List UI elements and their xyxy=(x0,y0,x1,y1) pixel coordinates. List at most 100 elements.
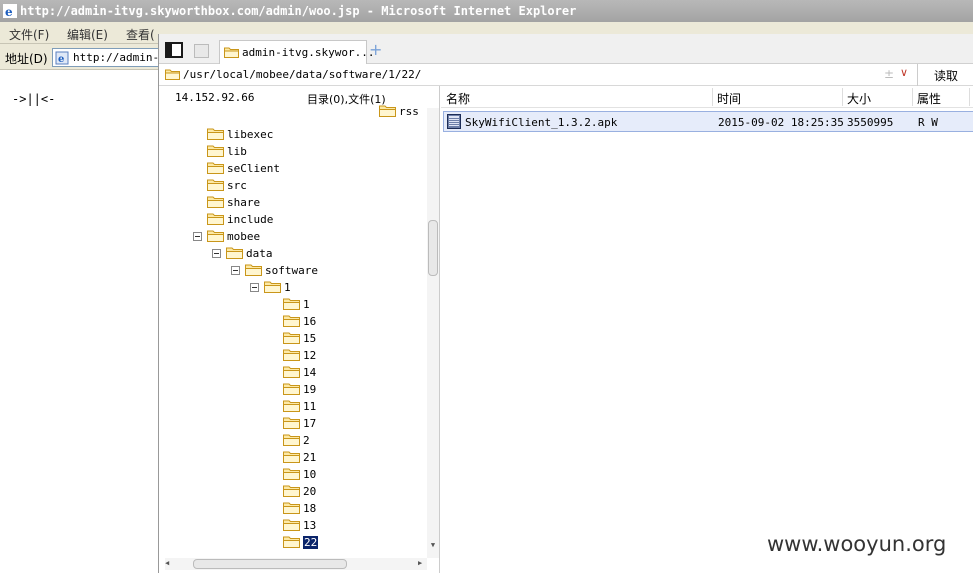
tree-item-label: data xyxy=(246,247,273,260)
file-time: 2015-09-02 18:25:35 xyxy=(718,116,844,129)
new-tab-button[interactable]: + xyxy=(369,40,382,59)
column-attr[interactable]: 属性 xyxy=(917,90,941,107)
tree-vertical-scrollbar[interactable] xyxy=(427,108,439,558)
tree-item-label: mobee xyxy=(227,230,261,243)
svg-text:e: e xyxy=(58,54,64,65)
tree-item-label: 12 xyxy=(303,349,317,362)
ie-logo-icon: e xyxy=(3,4,17,18)
tree-item-label: 19 xyxy=(303,383,317,396)
file-name: SkyWifiClient_1.3.2.apk xyxy=(465,116,618,129)
tree-horizontal-scroll-thumb[interactable] xyxy=(193,559,347,569)
folder-icon xyxy=(283,502,300,514)
column-separator xyxy=(969,88,970,106)
folder-icon xyxy=(283,451,300,463)
path-bar: /usr/local/mobee/data/software/1/22/ ± ∨… xyxy=(159,64,973,86)
folder-icon xyxy=(379,105,396,117)
collapse-toggle-icon[interactable] xyxy=(193,232,202,241)
ie-menu-file[interactable]: 文件(F) xyxy=(9,26,49,43)
tree-item-label: libexec xyxy=(227,128,274,141)
folder-icon xyxy=(165,69,180,80)
scroll-down-arrow-icon[interactable]: ▼ xyxy=(427,541,439,551)
folder-icon xyxy=(245,264,262,276)
ie-content-area xyxy=(0,70,160,573)
column-name[interactable]: 名称 xyxy=(446,90,470,107)
read-button[interactable]: 读取 xyxy=(934,67,958,84)
scroll-right-arrow-icon[interactable]: ▶ xyxy=(418,559,422,567)
ie-address-input[interactable]: e http://admin-i xyxy=(52,48,160,67)
folder-icon xyxy=(207,230,224,242)
folder-icon xyxy=(283,349,300,361)
collapse-toggle-icon[interactable] xyxy=(231,266,240,275)
tree-item-label: software xyxy=(265,264,318,277)
tree-item-label: 18 xyxy=(303,502,317,515)
tab-label: admin-itvg.skywor... xyxy=(242,46,375,59)
folder-icon xyxy=(283,434,300,446)
apk-file-icon xyxy=(447,114,461,129)
ie-page-text: ->||<- xyxy=(12,92,56,106)
folder-icon xyxy=(283,468,300,480)
directory-tree: 14.152.92.66 目录(0),文件(1) rss libexec lib se… xyxy=(159,86,440,573)
collapse-toggle-icon[interactable] xyxy=(212,249,221,258)
tree-item-label: 10 xyxy=(303,468,317,481)
folder-icon xyxy=(226,247,243,259)
ie-title-text: http://admin-itvg.skyworthbox.com/admin/… xyxy=(20,4,577,18)
tree-item-label: share xyxy=(227,196,261,209)
folder-icon xyxy=(207,196,224,208)
folder-icon xyxy=(283,366,300,378)
scroll-left-arrow-icon[interactable]: ◀ xyxy=(165,559,169,567)
ie-menu-view[interactable]: 查看( xyxy=(126,26,155,43)
folder-icon xyxy=(264,281,281,293)
file-size: 3550995 xyxy=(847,116,894,129)
path-input[interactable]: /usr/local/mobee/data/software/1/22/ xyxy=(183,68,421,81)
ie-page-icon: e xyxy=(55,51,69,65)
file-row[interactable]: SkyWifiClient_1.3.2.apk 2015-09-02 18:25… xyxy=(443,111,973,132)
folder-icon xyxy=(283,298,300,310)
path-add-icon[interactable]: ± xyxy=(884,67,894,81)
tree-item-label: rss xyxy=(399,105,419,118)
tree-item-label: 16 xyxy=(303,315,317,328)
folder-icon xyxy=(283,485,300,497)
tree-horizontal-scrollbar[interactable]: ◀ ▶ xyxy=(165,558,427,570)
folder-icon xyxy=(207,145,224,157)
ie-title-bar: e http://admin-itvg.skyworthbox.com/admi… xyxy=(0,0,973,22)
collapse-toggle-icon[interactable] xyxy=(250,283,259,292)
tree-item-label: 14 xyxy=(303,366,317,379)
path-divider xyxy=(917,64,918,86)
tab-placeholder-icon[interactable] xyxy=(194,44,209,58)
column-time[interactable]: 时间 xyxy=(717,90,741,107)
file-attr: R W xyxy=(918,116,938,129)
folder-icon xyxy=(207,213,224,225)
folder-icon xyxy=(283,332,300,344)
tree-item-label: 13 xyxy=(303,519,317,532)
folder-icon xyxy=(283,315,300,327)
tree-item-label: 17 xyxy=(303,417,317,430)
tree-item-label: 21 xyxy=(303,451,317,464)
ie-address-label: 地址(D) xyxy=(5,52,48,66)
file-list-header: 名称 时间 大小 属性 xyxy=(441,86,973,108)
sidebar-toggle-icon[interactable] xyxy=(165,42,183,58)
tree-item-label: 15 xyxy=(303,332,317,345)
tree-item-label: 22 xyxy=(303,536,319,549)
tree-header: 14.152.92.66 目录(0),文件(1) xyxy=(159,86,439,108)
tree-item-label: 1 xyxy=(303,298,310,311)
ie-menu-edit[interactable]: 编辑(E) xyxy=(67,26,108,43)
tree-item-label: 11 xyxy=(303,400,317,413)
tree-vertical-scroll-thumb[interactable] xyxy=(428,220,438,276)
tree-item-label: 2 xyxy=(303,434,310,447)
ie-address-text: http://admin-i xyxy=(73,51,160,64)
column-size[interactable]: 大小 xyxy=(847,90,871,107)
path-dropdown-icon[interactable]: ∨ xyxy=(900,66,908,79)
tab-admin-itvg[interactable]: admin-itvg.skywor... xyxy=(219,40,374,65)
folder-icon xyxy=(207,128,224,140)
column-separator xyxy=(712,88,713,106)
column-separator xyxy=(842,88,843,106)
file-manager-window: admin-itvg.skywor... + /usr/local/mobee/… xyxy=(158,34,973,573)
folder-icon xyxy=(283,417,300,429)
folder-icon xyxy=(283,519,300,531)
watermark: www.wooyun.org xyxy=(767,532,947,556)
tree-item-label: include xyxy=(227,213,274,226)
folder-icon xyxy=(283,400,300,412)
folder-icon xyxy=(207,162,224,174)
tab-bar: admin-itvg.skywor... + xyxy=(159,34,973,65)
svg-text:e: e xyxy=(5,5,13,18)
